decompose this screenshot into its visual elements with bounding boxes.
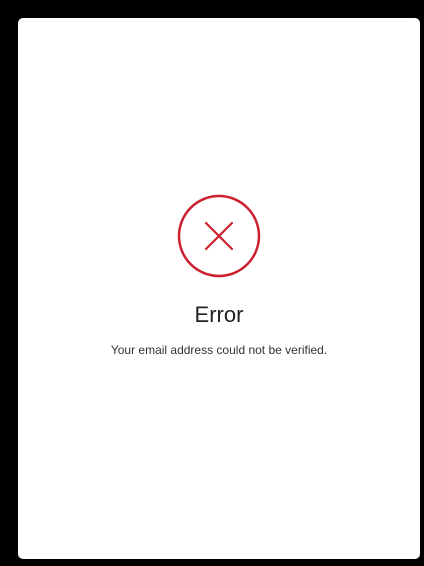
error-content: Error Your email address could not be ve… <box>18 194 420 358</box>
window-frame: Error Your email address could not be ve… <box>0 0 424 566</box>
error-title: Error <box>194 302 244 327</box>
close-circle-icon <box>177 194 261 278</box>
error-dialog: Error Your email address could not be ve… <box>18 18 420 559</box>
error-message: Your email address could not be verified… <box>110 343 328 357</box>
